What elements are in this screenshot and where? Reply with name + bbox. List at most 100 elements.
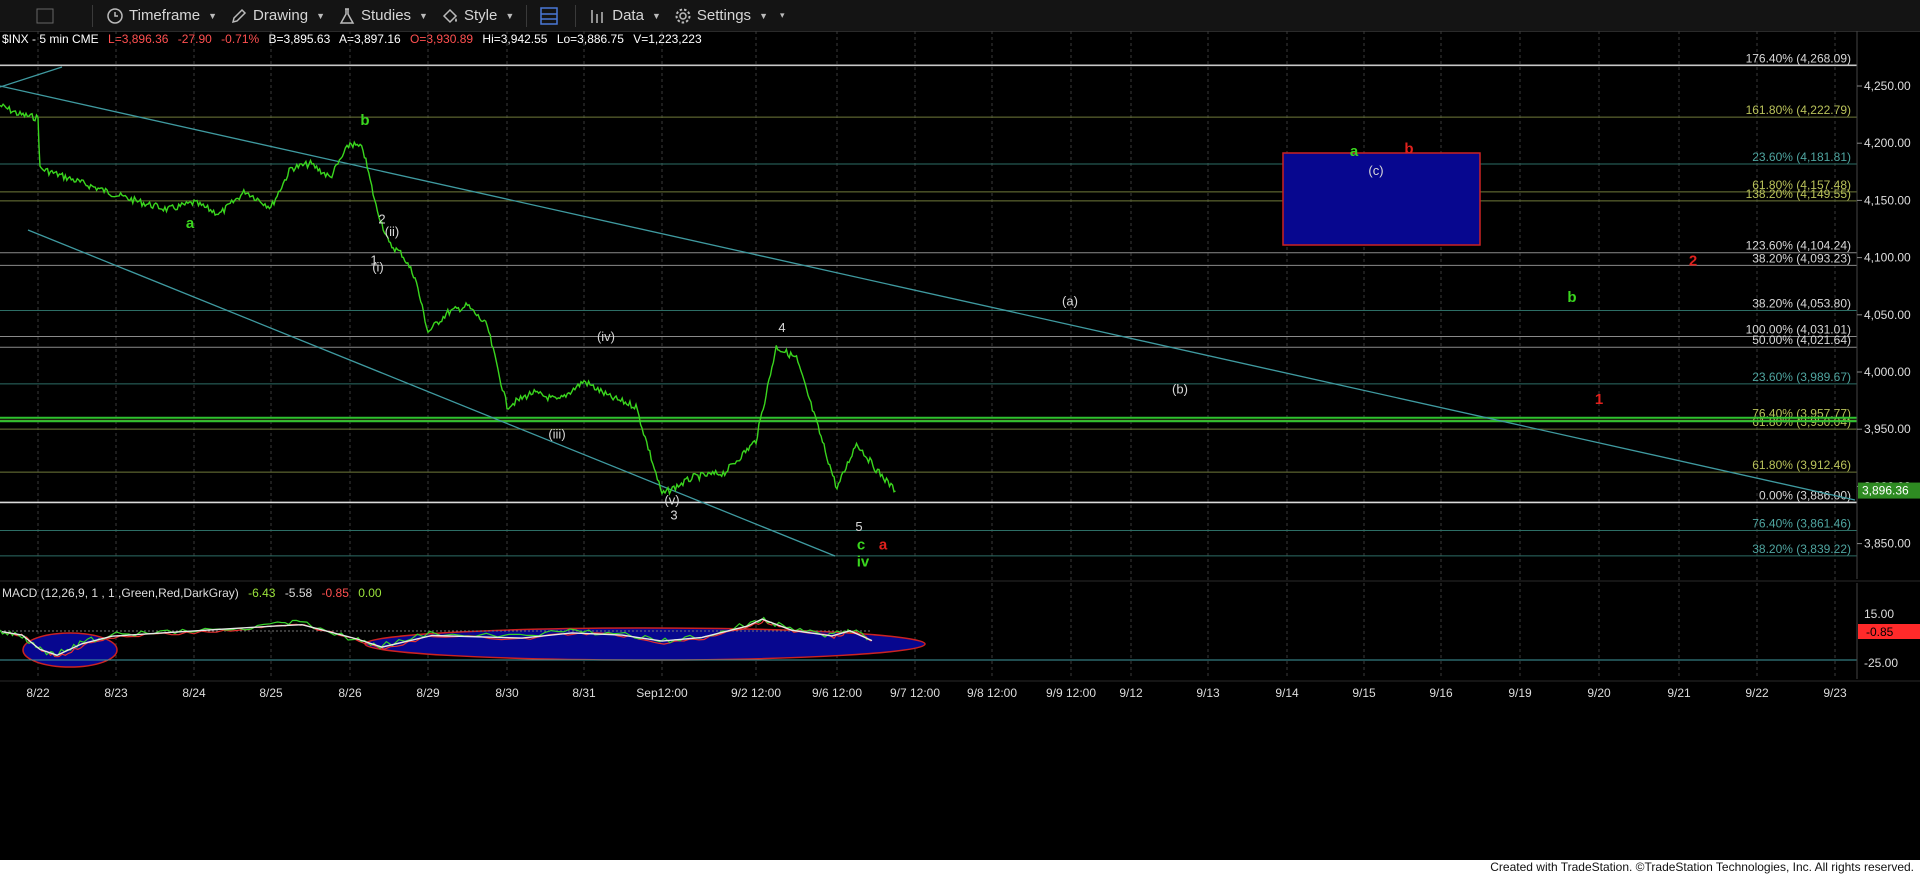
layout-button[interactable] bbox=[533, 0, 569, 31]
toolbar-overflow-button[interactable]: ▾ bbox=[774, 0, 791, 31]
x-tick-label: 9/14 bbox=[1275, 686, 1299, 700]
last-price-readout: L=3,896.36 bbox=[108, 32, 169, 46]
x-tick-label: 9/2 12:00 bbox=[731, 686, 781, 700]
x-tick-label: 9/13 bbox=[1196, 686, 1220, 700]
green-levels bbox=[0, 416, 1857, 423]
x-tick-label: 8/29 bbox=[416, 686, 440, 700]
y-tick-label: 4,100.00 bbox=[1864, 251, 1911, 265]
data-button[interactable]: Data ▼ bbox=[582, 0, 667, 31]
paint-bucket-icon bbox=[440, 7, 460, 25]
macd-zero-value: 0.00 bbox=[358, 586, 382, 600]
wave-label: 3 bbox=[670, 508, 677, 523]
window-icon[interactable] bbox=[0, 0, 60, 31]
x-tick-label: 8/24 bbox=[182, 686, 206, 700]
vertical-gridlines bbox=[37, 31, 1836, 679]
fib-label: 61.80% (3,912.46) bbox=[1752, 458, 1851, 472]
x-tick-label: 9/7 12:00 bbox=[890, 686, 940, 700]
y-tick-label: 3,850.00 bbox=[1864, 537, 1911, 551]
wave-label: a bbox=[186, 215, 195, 232]
wave-label: (v) bbox=[664, 493, 679, 508]
short-trendline bbox=[0, 66, 63, 88]
toolbar-separator bbox=[92, 4, 93, 27]
fib-label: 138.20% (4,149.55) bbox=[1746, 187, 1851, 201]
drawing-button[interactable]: Drawing ▼ bbox=[223, 0, 331, 31]
fib-label: 76.40% (3,861.46) bbox=[1752, 516, 1851, 530]
wave-label: 2 bbox=[1689, 253, 1697, 270]
studies-label: Studies bbox=[361, 7, 412, 24]
y-tick-label: 4,000.00 bbox=[1864, 365, 1911, 379]
price-line bbox=[0, 103, 896, 496]
bar-chart-icon bbox=[588, 7, 608, 25]
x-tick-label: 9/12 bbox=[1119, 686, 1143, 700]
x-tick-label: 9/15 bbox=[1352, 686, 1376, 700]
x-tick-label: 9/23 bbox=[1823, 686, 1847, 700]
fib-label: 23.60% (3,989.67) bbox=[1752, 370, 1851, 384]
y-tick-label: 4,050.00 bbox=[1864, 308, 1911, 322]
wave-label: b bbox=[1567, 289, 1576, 306]
chevron-down-icon: ▼ bbox=[316, 10, 325, 21]
chart-header: $INX - 5 min CME L=3,896.36 -27.90 -0.71… bbox=[2, 32, 702, 46]
macd-current-label: -0.85 bbox=[1866, 625, 1894, 639]
toolbar-separator bbox=[575, 4, 577, 27]
fib-label: 38.20% (3,839.22) bbox=[1752, 542, 1851, 556]
wave-label: a bbox=[1350, 143, 1359, 160]
chevron-down-icon: ▼ bbox=[759, 10, 768, 21]
macd-value: -6.43 bbox=[248, 586, 276, 600]
x-tick-label: 9/21 bbox=[1667, 686, 1691, 700]
time-axis: 8/22 8/23 8/24 8/25 8/26 8/29 8/30 8/31 Sep12:00… bbox=[26, 686, 1847, 700]
x-tick-label: 9/22 bbox=[1745, 686, 1769, 700]
wave-label: iv bbox=[857, 553, 870, 570]
symbol-label: $INX - 5 min CME bbox=[2, 32, 99, 46]
x-tick-label: 8/30 bbox=[495, 686, 519, 700]
y-tick-label: 4,200.00 bbox=[1864, 136, 1911, 150]
wave-label: (b) bbox=[1172, 382, 1188, 397]
style-button[interactable]: Style ▼ bbox=[434, 0, 520, 31]
price-axis: 4,250.00 4,200.00 4,150.00 4,100.00 4,050.00… bbox=[1857, 79, 1911, 551]
macd-header: MACD (12,26,9, 1 , 1 ,Green,Red,DarkGray… bbox=[2, 586, 382, 600]
trendlines bbox=[0, 66, 1856, 557]
gear-icon bbox=[673, 7, 693, 25]
footer: Created with TradeStation. ©TradeStation… bbox=[0, 860, 1920, 875]
fib-label: 23.60% (4,181.81) bbox=[1752, 150, 1851, 164]
wave-label: b bbox=[1404, 140, 1413, 157]
chevron-down-icon: ▼ bbox=[419, 10, 428, 21]
x-tick-label: 8/31 bbox=[572, 686, 596, 700]
studies-button[interactable]: Studies ▼ bbox=[331, 0, 434, 31]
chevron-down-icon: ▼ bbox=[651, 10, 661, 21]
x-tick-label: 9/6 12:00 bbox=[812, 686, 862, 700]
macd-axis-label-15: 15.00 bbox=[1864, 607, 1894, 621]
settings-button[interactable]: Settings ▼ bbox=[667, 0, 774, 31]
style-label: Style bbox=[463, 7, 498, 24]
timeframe-button[interactable]: Timeframe ▼ bbox=[99, 0, 223, 31]
fib-levels: 176.40% (4,268.09) 161.80% (4,222.79) 23.6… bbox=[0, 51, 1857, 557]
last-price-marker: 3,896.36 bbox=[1858, 482, 1920, 499]
wave-label: 5 bbox=[855, 519, 862, 534]
fib-label: 161.80% (4,222.79) bbox=[1746, 103, 1851, 117]
x-tick-label: 9/20 bbox=[1587, 686, 1611, 700]
bid-readout: B=3,895.63 bbox=[269, 32, 331, 46]
wave-label: (i) bbox=[372, 259, 384, 274]
high-readout: Hi=3,942.55 bbox=[482, 32, 547, 46]
price-chart[interactable]: $INX - 5 min CME L=3,896.36 -27.90 -0.71… bbox=[0, 31, 1920, 860]
layout-icon bbox=[539, 6, 559, 25]
wave-label: (iii) bbox=[548, 426, 565, 441]
wave-label: (a) bbox=[1062, 294, 1078, 309]
macd-hist-value: -0.85 bbox=[322, 586, 350, 600]
last-price-label: 3,896.36 bbox=[1862, 484, 1909, 498]
x-tick-label: 9/16 bbox=[1429, 686, 1453, 700]
flask-icon bbox=[337, 7, 357, 25]
footer-credit: Created with TradeStation. ©TradeStation… bbox=[1490, 860, 1914, 874]
x-tick-label: 8/26 bbox=[338, 686, 362, 700]
low-readout: Lo=3,886.75 bbox=[557, 32, 624, 46]
y-tick-label: 4,250.00 bbox=[1864, 79, 1911, 93]
macd-title: MACD (12,26,9, 1 , 1 ,Green,Red,DarkGray… bbox=[2, 586, 239, 600]
open-readout: O=3,930.89 bbox=[410, 32, 473, 46]
drawing-label: Drawing bbox=[253, 7, 309, 24]
x-tick-label: Sep12:00 bbox=[636, 686, 688, 700]
data-label: Data bbox=[612, 7, 644, 24]
toolbar-separator bbox=[526, 4, 528, 27]
wave-label: (c) bbox=[1368, 163, 1383, 178]
macd-axis-label-minus25: -25.00 bbox=[1864, 656, 1898, 670]
fib-label: 38.20% (4,093.23) bbox=[1752, 251, 1851, 265]
chevron-down-icon: ▼ bbox=[208, 10, 218, 21]
